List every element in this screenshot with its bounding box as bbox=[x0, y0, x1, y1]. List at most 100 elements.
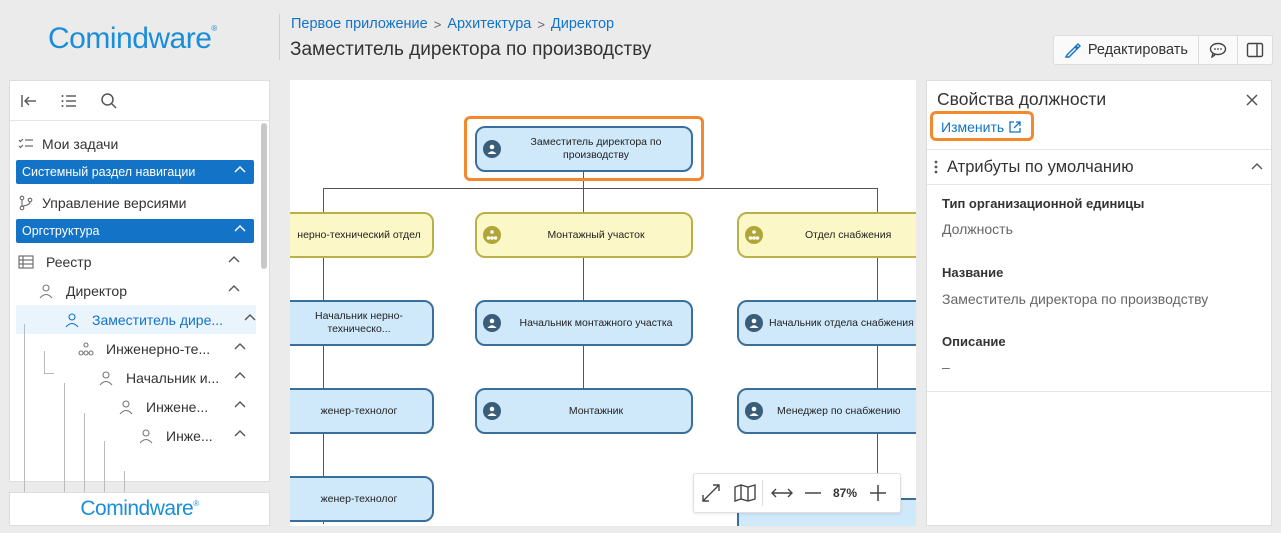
plus-icon bbox=[870, 485, 886, 501]
chevron-up-icon[interactable] bbox=[228, 255, 240, 265]
list-icon[interactable] bbox=[60, 93, 78, 109]
logo-text-c: ware bbox=[149, 497, 194, 520]
minimap-button[interactable] bbox=[728, 474, 762, 512]
map-icon bbox=[734, 484, 756, 502]
breadcrumb-item-app[interactable]: Первое приложение bbox=[291, 16, 428, 32]
nav-item-label: Инже... bbox=[166, 427, 213, 444]
nav-item-my-tasks[interactable]: Мои задачи bbox=[10, 129, 260, 158]
nav-section-orgstructure[interactable]: Оргструктура bbox=[16, 219, 254, 243]
nav-section-label: Оргструктура bbox=[22, 224, 100, 238]
fit-screen-button[interactable] bbox=[694, 474, 728, 512]
chevron-up-icon[interactable] bbox=[234, 342, 246, 352]
attributes-section-header[interactable]: Атрибуты по умолчанию bbox=[927, 149, 1271, 185]
footer-logo: Comindware® bbox=[80, 497, 199, 521]
chevron-up-icon[interactable] bbox=[234, 400, 246, 410]
attributes-section-label: Атрибуты по умолчанию bbox=[947, 157, 1134, 176]
org-unit-icon bbox=[745, 226, 763, 244]
breadcrumb-item-director[interactable]: Директор bbox=[551, 16, 614, 32]
chevron-up-icon[interactable] bbox=[228, 284, 240, 294]
logo-text-b: ind bbox=[123, 497, 150, 520]
edit-button-label: Редактировать bbox=[1087, 42, 1188, 58]
fit-width-button[interactable] bbox=[763, 474, 801, 512]
nav-footer-logo: Comindware® bbox=[9, 492, 270, 526]
nav-item-label: Заместитель дире... bbox=[92, 311, 224, 328]
minus-icon bbox=[805, 492, 821, 494]
nav-item-director[interactable]: Директор bbox=[10, 276, 260, 305]
org-node-label: нерно-технический отдел bbox=[297, 228, 421, 241]
chevron-up-icon bbox=[1251, 163, 1263, 170]
org-node-engineer-technologist[interactable]: женер-технолог bbox=[290, 388, 434, 434]
navigation-panel: Мои задачи Системный раздел навигации Уп… bbox=[9, 80, 270, 524]
breadcrumb: Первое приложение > Архитектура > Директ… bbox=[291, 16, 614, 32]
org-node-label: Начальник отдела снабжения bbox=[769, 316, 914, 329]
nav-item-label: Реестр bbox=[46, 253, 92, 270]
nav-item-label: Инженерно-те... bbox=[106, 340, 211, 357]
org-node-label: женер-технолог bbox=[320, 404, 398, 417]
collapse-left-icon[interactable] bbox=[20, 93, 38, 109]
header-logo[interactable]: Comindware® bbox=[48, 22, 217, 56]
change-link-highlight bbox=[930, 111, 1034, 141]
horizontal-arrows-icon bbox=[771, 488, 793, 498]
person-icon bbox=[745, 402, 763, 420]
edit-button[interactable]: Редактировать bbox=[1054, 36, 1198, 64]
person-icon bbox=[119, 399, 133, 414]
breadcrumb-item-architecture[interactable]: Архитектура bbox=[447, 16, 531, 32]
section-divider bbox=[927, 391, 1271, 392]
search-icon[interactable] bbox=[100, 92, 118, 110]
org-node-head-supply[interactable]: Начальник отдела снабжения bbox=[737, 300, 916, 346]
org-node-engineer-technologist-2[interactable]: женер-технолог bbox=[290, 476, 434, 522]
drag-handle-icon bbox=[934, 160, 938, 174]
org-node-label: Начальник нерно-техническо... bbox=[315, 310, 403, 335]
chevron-right-icon: > bbox=[433, 16, 442, 32]
branch-icon bbox=[19, 195, 33, 210]
person-icon bbox=[745, 314, 763, 332]
close-icon[interactable] bbox=[1245, 93, 1259, 107]
table-icon bbox=[18, 254, 34, 269]
scrollbar-thumb[interactable] bbox=[261, 123, 267, 269]
nav-item-deputy-director[interactable]: Заместитель дире... bbox=[16, 305, 256, 334]
zoom-in-button[interactable] bbox=[865, 474, 891, 512]
nav-item-label: Мои задачи bbox=[42, 135, 119, 152]
properties-panel: Свойства должности Изменить Атрибуты по … bbox=[926, 80, 1272, 526]
connector-line bbox=[583, 346, 584, 388]
expand-icon bbox=[702, 484, 720, 502]
page-title: Заместитель директора по производству bbox=[290, 39, 652, 60]
org-node-head-assembly[interactable]: Начальник монтажного участка bbox=[475, 300, 693, 346]
chevron-right-icon: > bbox=[537, 16, 545, 32]
chevron-up-icon[interactable] bbox=[234, 371, 246, 381]
nav-section-label: Системный раздел навигации bbox=[22, 165, 196, 179]
org-node-label: Менеджер по снабжению bbox=[777, 404, 901, 417]
nav-item-versions[interactable]: Управление версиями bbox=[10, 188, 260, 217]
field-value-name: Заместитель директора по производству bbox=[942, 291, 1209, 307]
org-node-assembly-dept[interactable]: Монтажный участок bbox=[475, 212, 693, 258]
nav-item-engineering-dept[interactable]: Инженерно-те... bbox=[10, 334, 260, 363]
nav-item-engineer-2[interactable]: Инже... bbox=[10, 421, 260, 450]
nav-tree: Мои задачи Системный раздел навигации Уп… bbox=[10, 129, 260, 524]
nav-item-label: Директор bbox=[66, 282, 127, 299]
person-icon bbox=[483, 402, 501, 420]
field-label-unit-type: Тип организационной единицы bbox=[942, 196, 1145, 211]
logo-text-a: Com bbox=[80, 497, 124, 520]
chevron-up-icon[interactable] bbox=[234, 429, 246, 439]
org-chart-canvas[interactable]: Заместитель директора по производству не… bbox=[290, 80, 916, 526]
nav-item-engineer[interactable]: Инжене... bbox=[10, 392, 260, 421]
nav-item-registry[interactable]: Реестр bbox=[10, 247, 260, 276]
header-divider bbox=[279, 14, 280, 60]
org-node-supply-manager[interactable]: Менеджер по снабжению bbox=[737, 388, 916, 434]
nav-item-head-engineering[interactable]: Начальник и... bbox=[10, 363, 260, 392]
comments-button[interactable] bbox=[1198, 36, 1237, 64]
panel-toggle-button[interactable] bbox=[1237, 36, 1272, 64]
nav-section-system[interactable]: Системный раздел навигации bbox=[16, 160, 254, 184]
chevron-up-icon[interactable] bbox=[244, 313, 256, 323]
org-node-engineering-dept[interactable]: нерно-технический отдел bbox=[290, 212, 434, 258]
nav-scrollbar[interactable] bbox=[259, 121, 269, 481]
org-node-head-engineering[interactable]: Начальник нерно-техническо... bbox=[290, 300, 434, 346]
tree-guide bbox=[44, 373, 54, 374]
org-node-supply-dept[interactable]: Отдел снабжения bbox=[737, 212, 916, 258]
tasks-icon bbox=[18, 138, 33, 148]
field-value-description: – bbox=[942, 359, 950, 375]
properties-title: Свойства должности bbox=[937, 89, 1107, 109]
org-node-assembler[interactable]: Монтажник bbox=[475, 388, 693, 434]
chat-icon bbox=[1209, 42, 1227, 58]
zoom-out-button[interactable] bbox=[801, 474, 825, 512]
